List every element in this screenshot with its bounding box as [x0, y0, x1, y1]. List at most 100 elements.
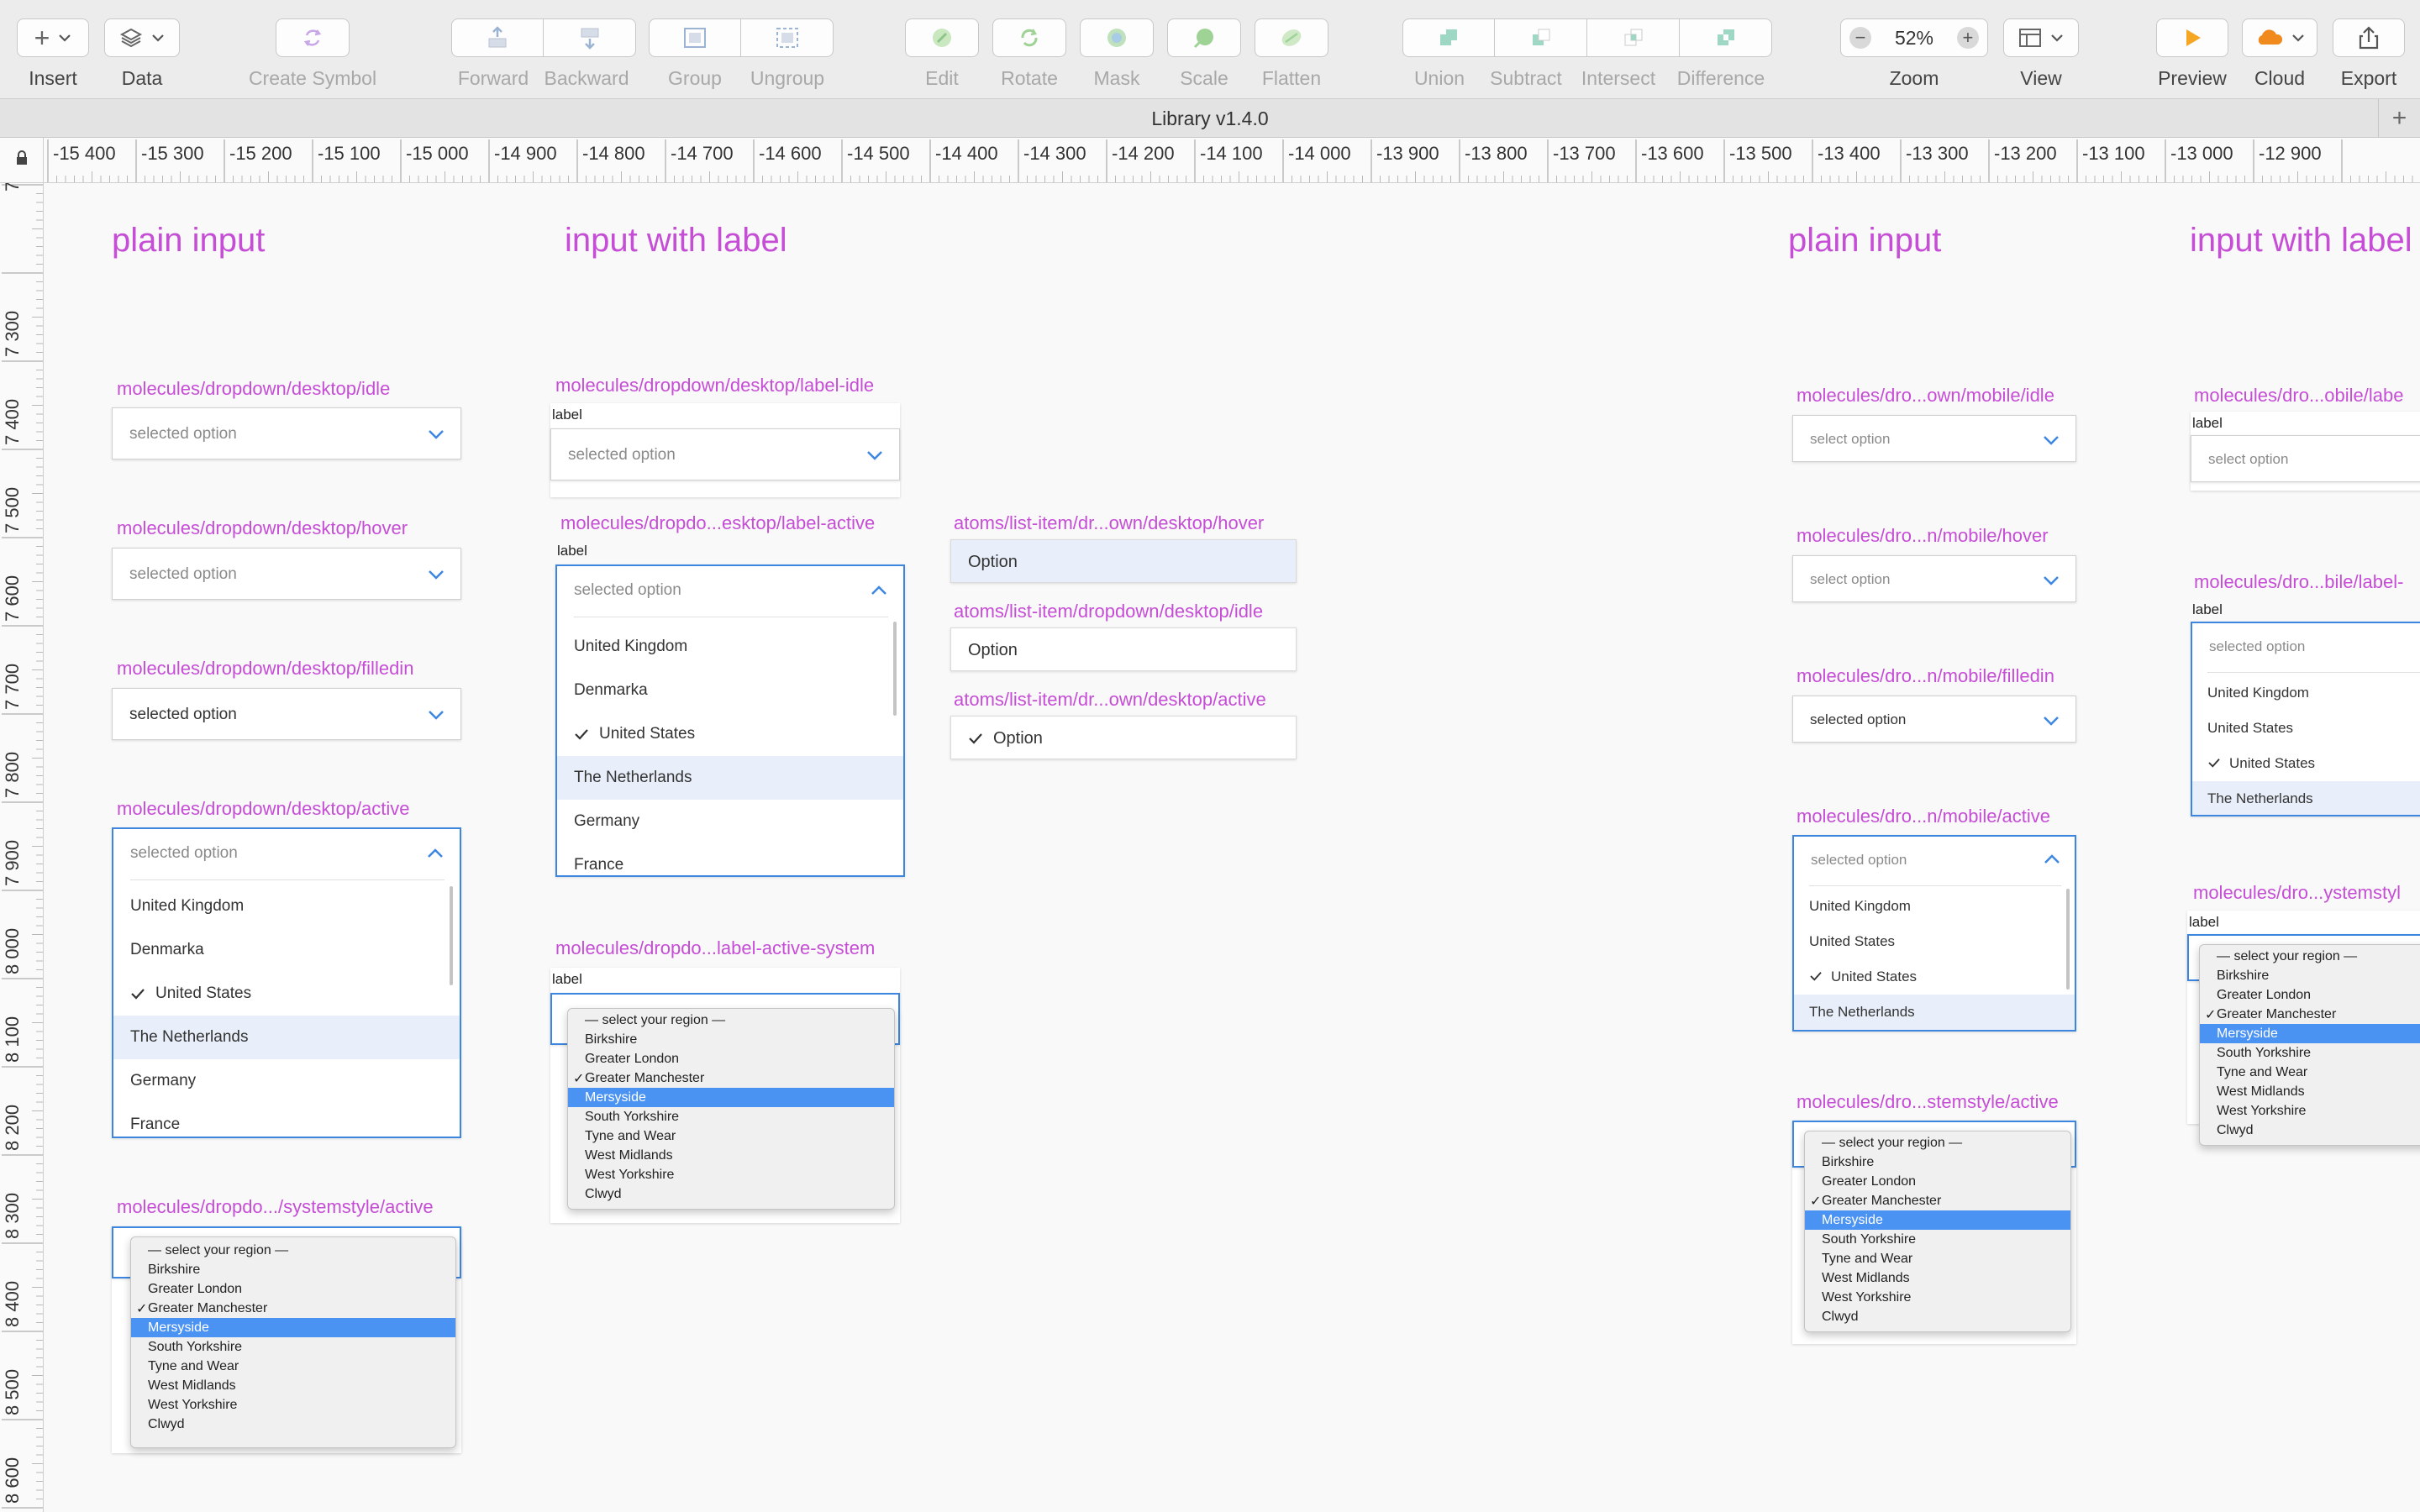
option-list[interactable]: United Kingdom Denmarka United States Th… — [557, 618, 903, 875]
region-option[interactable]: West Midlands — [2200, 1082, 2420, 1101]
list-item[interactable]: The Netherlands — [557, 756, 903, 800]
list-item[interactable]: United States — [2192, 711, 2420, 746]
system-select-menu[interactable]: — select your region — Birkshire Greater… — [567, 1008, 895, 1210]
region-option[interactable]: South Yorkshire — [2200, 1043, 2420, 1063]
region-option[interactable]: Tyne and Wear — [131, 1357, 455, 1376]
region-option[interactable]: South Yorkshire — [568, 1107, 894, 1126]
list-item[interactable]: The Netherlands — [1794, 995, 2075, 1030]
region-option[interactable]: ✓ Greater Manchester — [568, 1068, 894, 1088]
list-item[interactable]: United States — [113, 972, 460, 1016]
region-option[interactable]: ✓ Greater Manchester — [1805, 1191, 2070, 1210]
list-item[interactable]: Germany — [113, 1059, 460, 1103]
ungroup-button[interactable] — [741, 18, 834, 57]
list-item[interactable]: United States — [557, 712, 903, 756]
region-option[interactable]: West Yorkshire — [1805, 1288, 2070, 1307]
region-option[interactable]: Clwyd — [131, 1415, 455, 1434]
region-option[interactable]: Clwyd — [568, 1184, 894, 1204]
canvas[interactable]: plain input input with label plain input… — [45, 183, 2420, 1512]
dropdown-mobile-label-active[interactable]: selected option United Kingdom United St… — [2191, 622, 2420, 816]
region-option[interactable]: South Yorkshire — [131, 1337, 455, 1357]
region-option[interactable]: Clwyd — [1805, 1307, 2070, 1326]
system-select-menu[interactable]: — select your region — Birkshire Greater… — [130, 1236, 456, 1448]
region-option[interactable]: West Midlands — [131, 1376, 455, 1395]
list-item[interactable]: The Netherlands — [2192, 781, 2420, 815]
region-option[interactable]: Mersyside — [568, 1088, 894, 1107]
artboard-title[interactable]: molecules/dropdown/desktop/idle — [117, 378, 390, 400]
list-item[interactable]: United Kingdom — [557, 625, 903, 669]
dropdown-filledin[interactable]: selected option — [112, 688, 461, 740]
artboard-title[interactable]: molecules/dro...obile/labe — [2194, 385, 2403, 407]
list-item[interactable]: The Netherlands — [113, 1016, 460, 1059]
dropdown-label-active[interactable]: selected option United Kingdom Denmarka … — [555, 564, 905, 877]
list-item[interactable]: United States — [1794, 924, 2075, 959]
region-option[interactable]: Tyne and Wear — [2200, 1063, 2420, 1082]
scale-button[interactable] — [1167, 18, 1241, 57]
region-option[interactable]: Tyne and Wear — [568, 1126, 894, 1146]
system-select-menu[interactable]: — select your region — Birkshire Greater… — [1804, 1131, 2071, 1332]
scrollbar[interactable] — [893, 622, 897, 716]
union-button[interactable] — [1402, 18, 1495, 57]
insert-button[interactable]: + — [17, 18, 89, 57]
artboard-title[interactable]: molecules/dropdown/desktop/filledin — [117, 658, 413, 680]
dropdown-mobile-label-idle[interactable]: select option — [2191, 435, 2420, 482]
region-option[interactable]: Birkshire — [568, 1030, 894, 1049]
export-button[interactable] — [2333, 18, 2405, 57]
region-option[interactable]: South Yorkshire — [1805, 1230, 2070, 1249]
data-button[interactable] — [104, 18, 180, 57]
dropdown-mobile-filledin[interactable]: selected option — [1792, 696, 2076, 743]
list-item-active[interactable]: Option — [950, 716, 1297, 759]
forward-button[interactable] — [451, 18, 544, 57]
region-option[interactable]: Mersyside — [2200, 1024, 2420, 1043]
list-item[interactable]: Denmarka — [113, 928, 460, 972]
list-item[interactable]: United Kingdom — [1794, 889, 2075, 924]
artboard-title[interactable]: atoms/list-item/dr...own/desktop/active — [954, 689, 1266, 711]
dropdown-mobile-hover[interactable]: select option — [1792, 555, 2076, 602]
region-option[interactable]: ✓ Greater Manchester — [131, 1299, 455, 1318]
add-tab-button[interactable]: + — [2378, 99, 2420, 138]
list-item[interactable]: United Kingdom — [113, 885, 460, 928]
region-option[interactable]: — select your region — — [1805, 1133, 2070, 1152]
artboard-title[interactable]: molecules/dro...own/mobile/idle — [1797, 385, 2054, 407]
artboard-title[interactable]: molecules/dropdo...label-active-system — [555, 937, 875, 959]
region-option[interactable]: West Yorkshire — [2200, 1101, 2420, 1121]
option-list[interactable]: United Kingdom United States United Stat… — [1794, 887, 2075, 1030]
artboard-title[interactable]: molecules/dro...n/mobile/active — [1797, 806, 2050, 827]
artboard-title[interactable]: molecules/dro...ystemstyl — [2193, 882, 2401, 904]
region-option[interactable]: Greater London — [1805, 1172, 2070, 1191]
region-option[interactable]: — select your region — — [131, 1241, 455, 1260]
region-option[interactable]: Greater London — [2200, 985, 2420, 1005]
region-option[interactable]: — select your region — — [2200, 947, 2420, 966]
artboard-title[interactable]: molecules/dro...bile/label- — [2194, 571, 2403, 593]
list-item-hover[interactable]: Option — [950, 539, 1297, 583]
dropdown-mobile-idle[interactable]: select option — [1792, 415, 2076, 462]
zoom-value[interactable]: 52% — [1895, 27, 1933, 50]
list-item[interactable]: United Kingdom — [2192, 675, 2420, 711]
region-option[interactable]: Greater London — [131, 1279, 455, 1299]
region-option[interactable]: Greater London — [568, 1049, 894, 1068]
flatten-button[interactable] — [1255, 18, 1328, 57]
list-item[interactable]: United States — [1794, 959, 2075, 995]
artboard-title[interactable]: molecules/dropdo.../systemstyle/active — [117, 1196, 434, 1218]
artboard-title[interactable]: molecules/dropdo...esktop/label-active — [560, 512, 875, 534]
group-button[interactable] — [649, 18, 741, 57]
dropdown-hover[interactable]: selected option — [112, 548, 461, 600]
edit-button[interactable] — [905, 18, 979, 57]
dropdown-idle[interactable]: selected option — [112, 407, 461, 459]
region-option[interactable]: Birkshire — [1805, 1152, 2070, 1172]
artboard-title[interactable]: molecules/dro...n/mobile/hover — [1797, 525, 2049, 547]
region-option[interactable]: West Midlands — [1805, 1268, 2070, 1288]
subtract-button[interactable] — [1495, 18, 1587, 57]
scrollbar[interactable] — [2066, 889, 2070, 990]
region-option[interactable]: West Midlands — [568, 1146, 894, 1165]
view-button[interactable] — [2003, 18, 2079, 57]
dropdown-active[interactable]: selected option United Kingdom Denmarka … — [112, 827, 461, 1138]
create-symbol-button[interactable] — [276, 18, 350, 57]
artboard-title[interactable]: molecules/dro...stemstyle/active — [1797, 1091, 2059, 1113]
difference-button[interactable] — [1680, 18, 1772, 57]
backward-button[interactable] — [544, 18, 636, 57]
list-item[interactable]: France — [557, 843, 903, 875]
region-option[interactable]: Birkshire — [2200, 966, 2420, 985]
zoom-in-button[interactable]: + — [1956, 27, 1979, 49]
system-select-menu[interactable]: — select your region — Birkshire Greater… — [2199, 944, 2420, 1146]
dropdown-mobile-active[interactable]: selected option United Kingdom United St… — [1792, 835, 2076, 1032]
